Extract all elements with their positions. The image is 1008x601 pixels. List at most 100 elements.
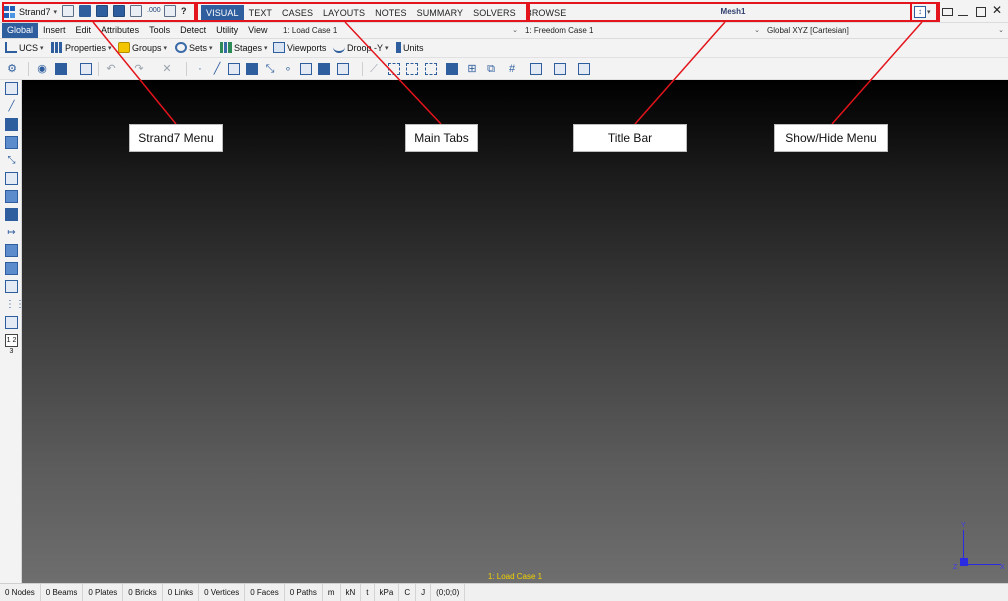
properties-label: Properties (65, 42, 107, 53)
beam-icon[interactable]: ╱ (211, 63, 223, 75)
coordinate-system-select[interactable]: Global XYZ [Cartesian] ⌄ (767, 23, 1004, 38)
load-case-select[interactable]: 1: Load Case 1 ⌄ (283, 23, 518, 38)
menu-edit[interactable]: Edit (71, 23, 97, 38)
z-axis-marker (960, 558, 968, 566)
attribute-icon[interactable] (530, 63, 542, 75)
status-unit-temperature[interactable]: C (399, 584, 417, 601)
menu-view[interactable]: View (243, 23, 272, 38)
camera-icon[interactable] (55, 63, 67, 75)
grid-view-icon[interactable] (80, 63, 92, 75)
face-tool-icon[interactable] (5, 190, 18, 203)
merge-tool-icon[interactable] (5, 244, 18, 257)
stages-icon (220, 42, 232, 53)
coordinate-system-value: Global XYZ [Cartesian] (767, 26, 849, 35)
y-axis-label: Y (961, 522, 966, 529)
plate-tool-icon[interactable] (5, 118, 18, 131)
toolbar-separator (28, 62, 29, 76)
minimize-icon[interactable] (958, 15, 968, 16)
freedom-case-select[interactable]: 1: Freedom Case 1 ⌄ (525, 23, 760, 38)
brick-tool-icon[interactable] (5, 136, 18, 149)
undo-icon[interactable]: ↶ (105, 63, 117, 75)
status-unit-energy[interactable]: J (416, 584, 432, 601)
freedom-tool-icon[interactable] (5, 280, 18, 293)
layers-icon[interactable]: ⧉ (485, 63, 497, 75)
hash-icon[interactable]: # (506, 63, 518, 75)
chevron-down-icon: ⌄ (512, 27, 518, 34)
status-unit-stress[interactable]: kPa (375, 584, 400, 601)
menu-tools[interactable]: Tools (144, 23, 175, 38)
toolbar-row-1: UCS ▾ Properties ▾ Groups ▾ Sets ▾ Stages ▾ V… (0, 39, 1008, 58)
connection-tool-icon[interactable]: ↦ (5, 226, 18, 239)
menu-bar: Global Insert Edit Attributes Tools Dete… (2, 23, 272, 38)
copy-icon[interactable] (337, 63, 349, 75)
properties-icon (51, 42, 63, 53)
groups-button[interactable]: Groups ▾ (118, 42, 167, 53)
units-button[interactable]: Units (396, 42, 424, 53)
node-icon[interactable]: · (194, 63, 206, 75)
viewport-case-label: 1: Load Case 1 (487, 572, 543, 581)
viewports-icon (273, 42, 285, 53)
numbering-tool-icon[interactable]: 1 2 3 (5, 334, 18, 355)
path-icon[interactable] (318, 63, 330, 75)
face-icon[interactable] (300, 63, 312, 75)
select-tool-icon[interactable] (5, 316, 18, 329)
stages-button[interactable]: Stages ▾ (220, 42, 268, 53)
menu-insert[interactable]: Insert (38, 23, 71, 38)
redo-icon[interactable]: ↷ (133, 63, 145, 75)
chevron-down-icon: ▾ (209, 44, 213, 52)
droop-button[interactable]: Droop -Y ▾ (333, 42, 389, 53)
vertex-tool-icon[interactable] (5, 172, 18, 185)
droop-label: Droop -Y (347, 42, 384, 53)
status-cursor-coordinates: (0;0;0) (431, 584, 466, 601)
brick-icon[interactable] (246, 63, 258, 75)
viewports-button[interactable]: Viewports (273, 42, 326, 53)
plate-icon[interactable] (228, 63, 240, 75)
link-tool-icon[interactable]: ⤡ (5, 154, 18, 167)
node-tool-icon[interactable] (5, 82, 18, 95)
grid-dots-icon[interactable]: ⋮⋮ (5, 298, 25, 311)
vertex-icon[interactable]: ∘ (282, 63, 294, 75)
callout-strand7-menu: Strand7 Menu (129, 124, 223, 152)
sets-button[interactable]: Sets ▾ (175, 42, 213, 53)
link-icon[interactable]: ⤡ (264, 63, 276, 75)
title-bar-highlight (528, 2, 938, 22)
window-mode-icon[interactable] (942, 8, 953, 16)
ucs-button[interactable]: UCS ▾ (5, 42, 44, 53)
sets-icon (175, 42, 187, 53)
status-links: 0 Links (163, 584, 200, 601)
binoculars-icon[interactable]: ◉ (36, 63, 48, 75)
maximize-icon[interactable] (976, 7, 986, 17)
chevron-down-icon: ▾ (108, 44, 112, 52)
status-unit-force[interactable]: kN (341, 584, 362, 601)
path-tool-icon[interactable] (5, 208, 18, 221)
menu-utility[interactable]: Utility (211, 23, 243, 38)
menu-detect[interactable]: Detect (175, 23, 211, 38)
status-unit-mass[interactable]: t (361, 584, 375, 601)
status-unit-length[interactable]: m (323, 584, 341, 601)
groups-icon (118, 42, 130, 53)
delete-icon[interactable]: ✕ (161, 63, 173, 75)
ruler-icon[interactable]: ⟋ (368, 63, 380, 75)
display-icon[interactable] (554, 63, 566, 75)
beam-tool-icon[interactable]: ╱ (5, 100, 18, 113)
ucs-label: UCS (19, 42, 39, 53)
menu-attributes[interactable]: Attributes (96, 23, 144, 38)
table-icon[interactable] (446, 63, 458, 75)
select-all-icon[interactable] (425, 63, 437, 75)
toolbar-separator (362, 62, 363, 76)
freedom-case-value: 1: Freedom Case 1 (525, 26, 594, 35)
properties-button[interactable]: Properties ▾ (51, 42, 112, 53)
select-box-icon[interactable] (388, 63, 400, 75)
chevron-down-icon: ⌄ (754, 27, 760, 34)
menu-global[interactable]: Global (2, 23, 39, 38)
droop-icon (333, 42, 345, 53)
load-tool-icon[interactable] (5, 262, 18, 275)
window-icon[interactable] (578, 63, 590, 75)
select-region-icon[interactable] (406, 63, 418, 75)
z-axis-label: Z (953, 564, 958, 571)
strand7-menu-highlight (2, 2, 196, 22)
entity-icon[interactable]: ⊞ (466, 63, 478, 75)
close-icon[interactable]: ✕ (992, 4, 1002, 16)
gear-icon[interactable]: ⚙ (6, 63, 18, 75)
viewport[interactable]: 1: Load Case 1 Y Z X (22, 80, 1008, 583)
